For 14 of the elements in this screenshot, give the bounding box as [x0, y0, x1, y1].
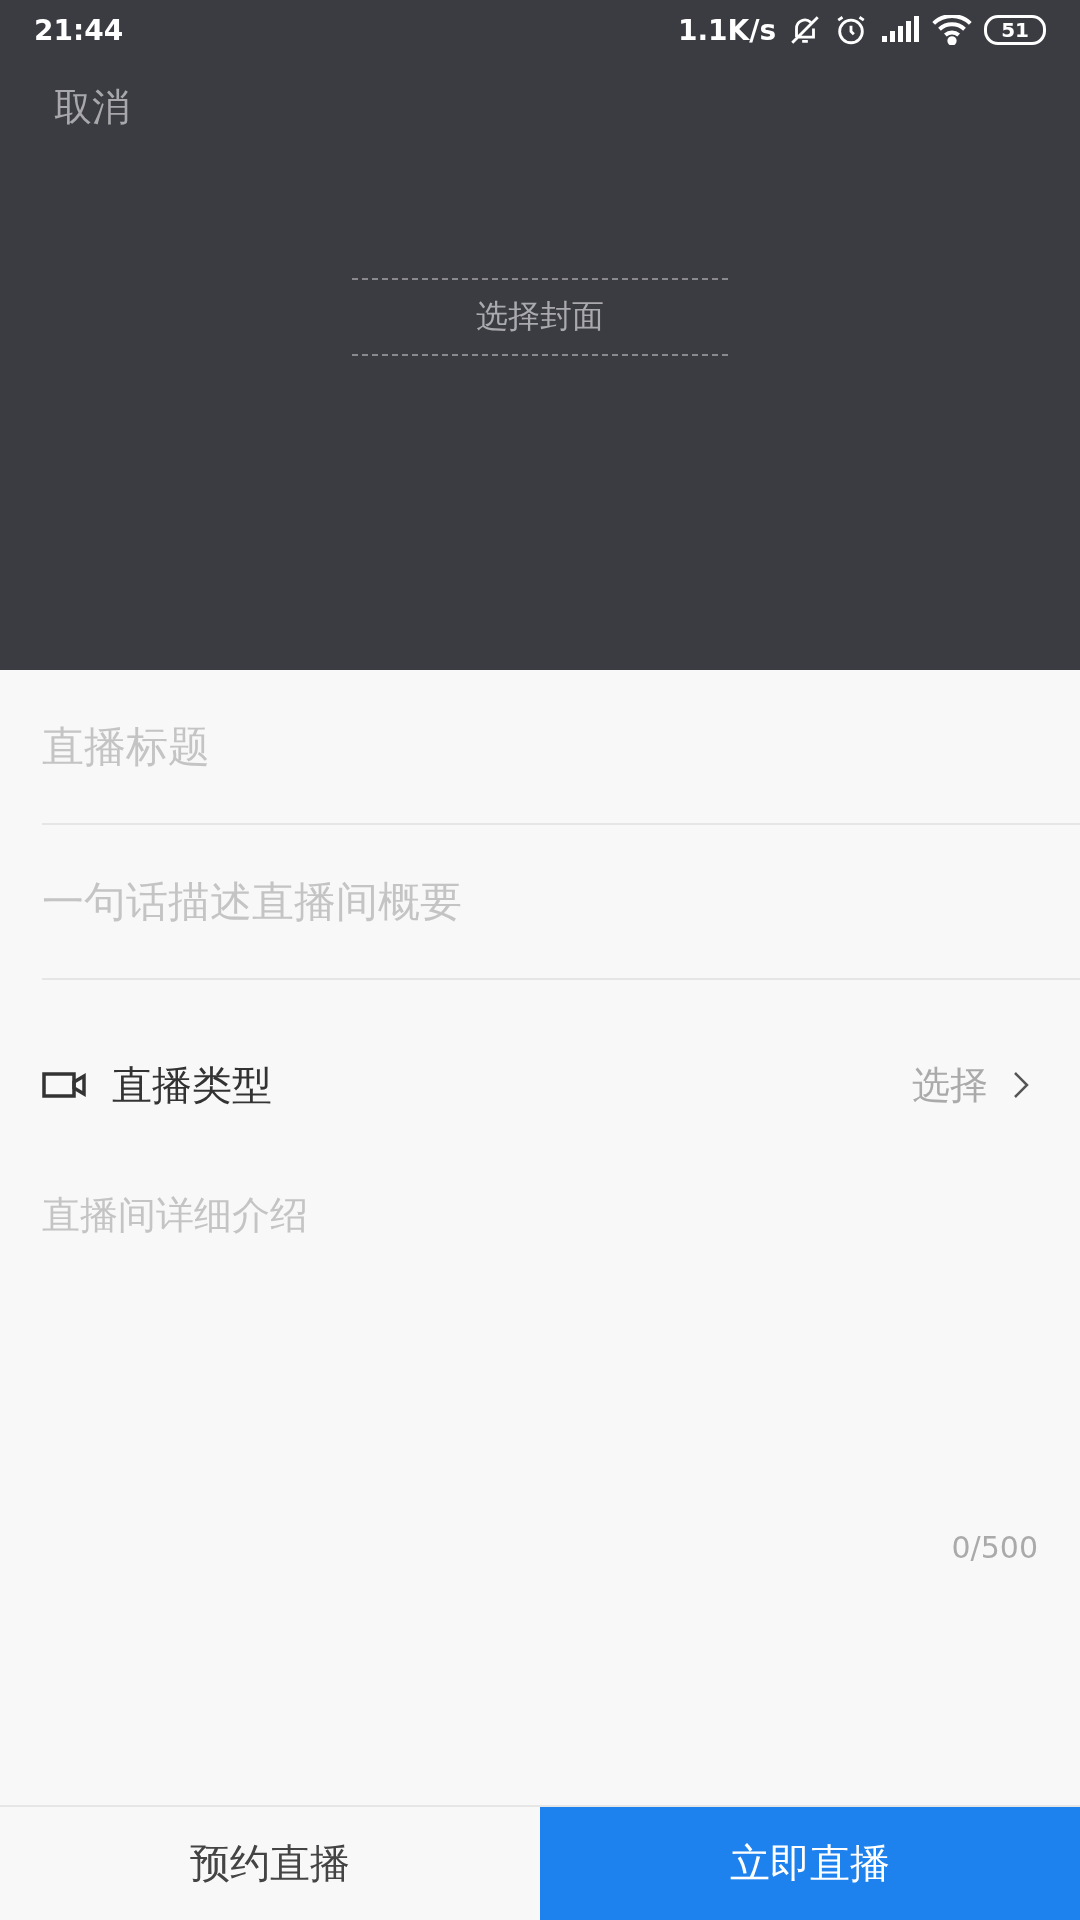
video-camera-icon [42, 1070, 88, 1100]
select-cover-button[interactable]: 选择封面 [352, 278, 728, 356]
cancel-button[interactable]: 取消 [54, 82, 130, 133]
character-counter: 0/500 [951, 1530, 1038, 1565]
live-type-label: 直播类型 [112, 1060, 273, 1110]
status-time: 21:44 [34, 13, 124, 47]
chevron-right-icon [1012, 1070, 1030, 1100]
live-type-row[interactable]: 直播类型 选择 [42, 980, 1080, 1190]
battery-icon: 51 [984, 15, 1046, 45]
start-live-button[interactable]: 立即直播 [540, 1807, 1080, 1920]
network-speed: 1.1K/s [677, 13, 777, 47]
wifi-icon [932, 15, 973, 45]
live-type-value: 选择 [912, 1061, 988, 1109]
signal-icon [880, 16, 921, 44]
